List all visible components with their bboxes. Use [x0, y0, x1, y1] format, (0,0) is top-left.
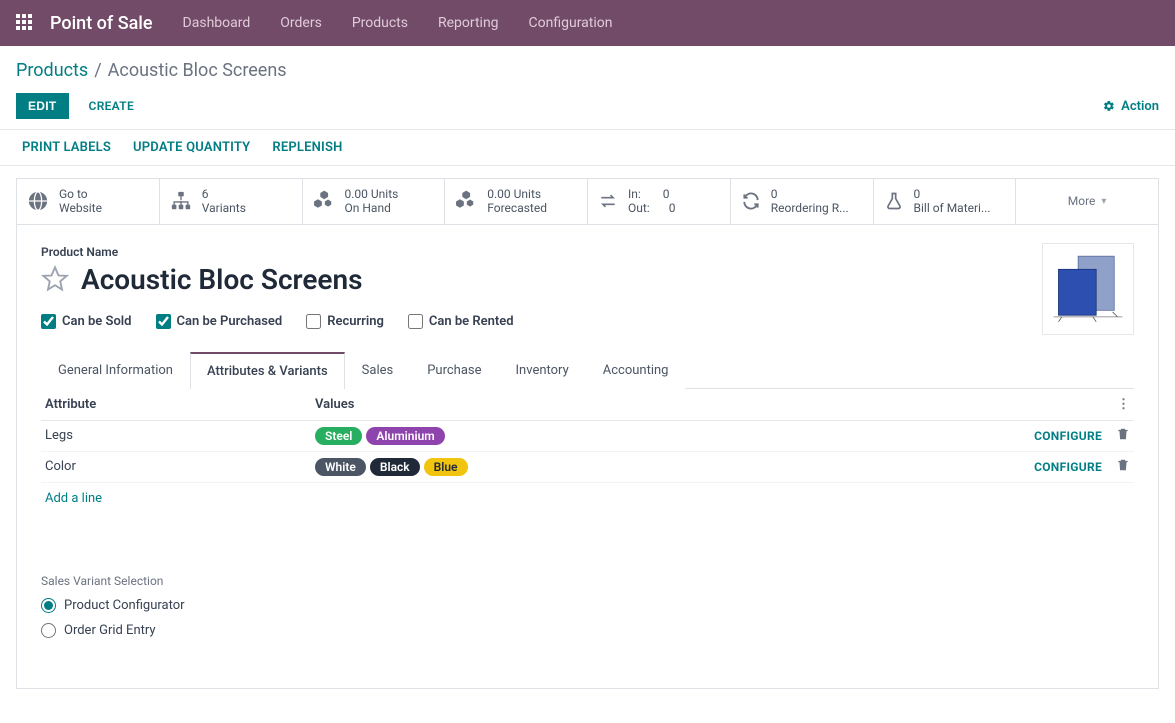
product-thumbnail — [1047, 248, 1129, 330]
transfer-icon — [598, 191, 618, 211]
stat-reordering[interactable]: 0Reordering R... — [731, 179, 874, 224]
update-quantity-button[interactable]: UPDATE QUANTITY — [133, 140, 250, 155]
attr-name: Legs — [45, 428, 315, 443]
create-button[interactable]: CREATE — [89, 99, 134, 113]
stat-forecasted[interactable]: 0.00 UnitsForecasted — [445, 179, 588, 224]
attr-values: WhiteBlackBlue — [315, 458, 1034, 476]
stat-in-out[interactable]: In: 0 Out: 0 — [588, 179, 731, 224]
gear-icon — [1103, 100, 1115, 112]
control-row: EDIT CREATE Action — [0, 87, 1175, 129]
flask-icon — [884, 191, 904, 211]
stat-variants[interactable]: 6Variants — [160, 179, 303, 224]
variant-section-label: Sales Variant Selection — [41, 574, 1134, 588]
tab-general-information[interactable]: General Information — [41, 352, 190, 389]
attr-table-header: Attribute Values ⋮ — [41, 389, 1134, 421]
nav-orders[interactable]: Orders — [280, 15, 322, 31]
check-can-be-rented[interactable]: Can be Rented — [408, 314, 514, 329]
app-title[interactable]: Point of Sale — [50, 13, 153, 34]
refresh-icon — [741, 191, 761, 211]
sitemap-icon — [170, 190, 192, 212]
action-dropdown[interactable]: Action — [1103, 99, 1159, 114]
nav-configuration[interactable]: Configuration — [529, 15, 613, 31]
top-navbar: Point of Sale Dashboard Orders Products … — [0, 0, 1175, 46]
value-tag[interactable]: Black — [370, 458, 420, 476]
kebab-icon[interactable]: ⋮ — [1117, 397, 1130, 412]
attr-row: ColorWhiteBlackBlueCONFIGURE — [41, 452, 1134, 483]
add-line-button[interactable]: Add a line — [41, 483, 1134, 514]
apps-icon[interactable] — [16, 14, 34, 32]
favorite-star-icon[interactable] — [41, 265, 69, 293]
product-flags: Can be Sold Can be Purchased Recurring C… — [41, 314, 1134, 329]
tabs: General Information Attributes & Variant… — [41, 351, 1134, 389]
toolbar: PRINT LABELS UPDATE QUANTITY REPLENISH — [0, 129, 1175, 166]
attr-values: SteelAluminium — [315, 427, 1034, 445]
tab-sales[interactable]: Sales — [345, 352, 411, 389]
stat-on-hand[interactable]: 0.00 UnitsOn Hand — [303, 179, 446, 224]
globe-icon — [27, 190, 49, 212]
product-name-label: Product Name — [41, 245, 1134, 259]
boxes-icon — [455, 190, 477, 212]
radio-order-grid-entry[interactable]: Order Grid Entry — [41, 623, 1134, 638]
header-values: Values — [315, 397, 1130, 412]
breadcrumb-sep: / — [94, 60, 101, 81]
breadcrumb-current: Acoustic Bloc Screens — [108, 60, 287, 81]
print-labels-button[interactable]: PRINT LABELS — [22, 140, 111, 155]
check-can-be-purchased[interactable]: Can be Purchased — [156, 314, 283, 329]
nav-products[interactable]: Products — [352, 15, 408, 31]
tab-attributes-variants[interactable]: Attributes & Variants — [190, 352, 345, 389]
form-sheet: Product Name Acoustic Bloc Screens Can b… — [16, 225, 1159, 689]
check-recurring[interactable]: Recurring — [306, 314, 384, 329]
action-label: Action — [1121, 99, 1159, 114]
replenish-button[interactable]: REPLENISH — [272, 140, 342, 155]
product-image[interactable] — [1042, 243, 1134, 335]
tab-purchase[interactable]: Purchase — [410, 352, 498, 389]
tab-accounting[interactable]: Accounting — [586, 352, 686, 389]
value-tag[interactable]: White — [315, 458, 366, 476]
configure-button[interactable]: CONFIGURE — [1034, 460, 1102, 474]
attr-row: LegsSteelAluminiumCONFIGURE — [41, 421, 1134, 452]
value-tag[interactable]: Aluminium — [366, 427, 444, 445]
value-tag[interactable]: Blue — [424, 458, 468, 476]
radio-product-configurator[interactable]: Product Configurator — [41, 598, 1134, 613]
check-can-be-sold[interactable]: Can be Sold — [41, 314, 132, 329]
value-tag[interactable]: Steel — [315, 427, 362, 445]
breadcrumb-root[interactable]: Products — [16, 60, 88, 81]
edit-button[interactable]: EDIT — [16, 93, 69, 119]
attr-name: Color — [45, 459, 315, 474]
trash-icon[interactable] — [1116, 458, 1130, 476]
header-attribute: Attribute — [45, 397, 315, 412]
stat-bar: Go toWebsite 6Variants 0.00 UnitsOn Hand… — [16, 178, 1159, 225]
variant-selection-section: Sales Variant Selection Product Configur… — [41, 574, 1134, 638]
nav-dashboard[interactable]: Dashboard — [183, 15, 251, 31]
chevron-down-icon: ▾ — [1101, 196, 1106, 207]
stat-more[interactable]: More ▾ — [1016, 179, 1158, 224]
configure-button[interactable]: CONFIGURE — [1034, 429, 1102, 443]
breadcrumb: Products / Acoustic Bloc Screens — [0, 46, 1175, 87]
stat-bom[interactable]: 0Bill of Materi... — [874, 179, 1017, 224]
boxes-icon — [313, 190, 335, 212]
stat-website[interactable]: Go toWebsite — [17, 179, 160, 224]
top-menu: Dashboard Orders Products Reporting Conf… — [183, 15, 613, 31]
tab-inventory[interactable]: Inventory — [499, 352, 586, 389]
nav-reporting[interactable]: Reporting — [438, 15, 499, 31]
trash-icon[interactable] — [1116, 427, 1130, 445]
product-title: Acoustic Bloc Screens — [81, 263, 363, 296]
